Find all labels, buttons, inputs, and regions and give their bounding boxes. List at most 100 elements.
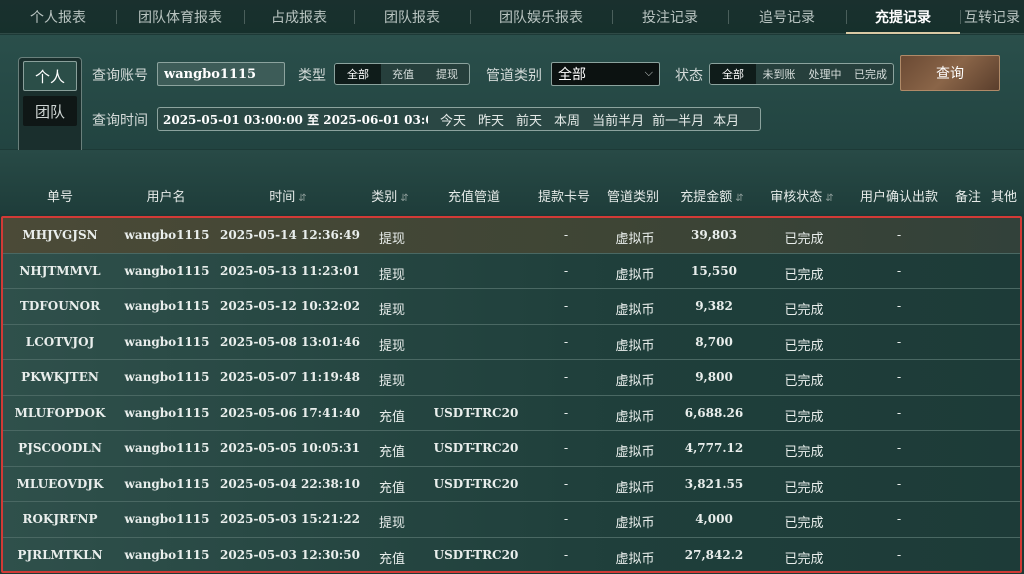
col-header-review-status[interactable]: 审核状态 ⇵ xyxy=(770,186,833,205)
cell-channel-type: 虚拟币 xyxy=(615,338,655,354)
col-header-deposit-channel: 充值管道 xyxy=(447,190,501,205)
channel-type-value: 全部 xyxy=(558,67,586,83)
status-segment: 全部 未到账 处理中 已完成 xyxy=(709,63,894,85)
col-header-channel-type: 管道类别 xyxy=(606,190,660,205)
cell-time: 2025-05-05 10:05:31 xyxy=(220,441,360,455)
status-option-processing[interactable]: 处理中 xyxy=(802,64,848,84)
cell-withdraw-card: - xyxy=(563,405,569,420)
cell-channel-type: 虚拟币 xyxy=(615,516,655,531)
col-header-amount[interactable]: 充提金额 ⇵ xyxy=(680,186,743,205)
quick-range-yesterday[interactable]: 昨天 xyxy=(478,110,504,129)
cell-time: 2025-05-08 13:01:46 xyxy=(220,334,360,349)
channel-type-select[interactable]: 全部 ⌵ xyxy=(551,62,660,86)
time-label: 查询时间 xyxy=(92,113,148,129)
cell-user-confirm: - xyxy=(896,441,902,455)
table-row[interactable]: MHJVGJSN wangbo1115 2025-05-14 12:36:49 提现 -… xyxy=(3,218,1020,254)
quick-range-previous-half-month[interactable]: 前一半月 xyxy=(652,110,704,129)
table-row[interactable]: NHJTMMVL wangbo1115 2025-05-13 11:23:01 提现 -… xyxy=(3,253,1020,289)
tab-share-report[interactable]: 占成报表 xyxy=(244,0,354,34)
cell-user-confirm: - xyxy=(896,334,902,349)
cell-username: wangbo1115 xyxy=(124,512,210,526)
quick-range-current-half-month[interactable]: 当前半月 xyxy=(592,110,644,129)
status-option-pending[interactable]: 未到账 xyxy=(756,64,802,84)
cell-username: wangbo1115 xyxy=(124,405,210,420)
cell-time: 2025-05-13 11:23:01 xyxy=(220,263,360,278)
cell-type: 提现 xyxy=(378,267,406,283)
cell-channel-type: 虚拟币 xyxy=(615,232,655,247)
sort-updown-icon[interactable]: ⇵ xyxy=(735,193,743,204)
table-row[interactable]: MLUFOPDOK wangbo1115 2025-05-06 17:41:40 充值… xyxy=(3,395,1020,431)
tab-team-entertainment-report[interactable]: 团队娱乐报表 xyxy=(470,0,612,34)
tab-chase-records[interactable]: 追号记录 xyxy=(728,0,846,34)
cell-withdraw-card: - xyxy=(563,299,569,313)
col-header-user-confirm: 用户确认出款 xyxy=(859,190,939,205)
cell-withdraw-card: - xyxy=(563,334,569,349)
table-row[interactable]: LCOTVJOJ wangbo1115 2025-05-08 13:01:46 提现 -… xyxy=(3,324,1020,360)
cell-amount: 27,842.2 xyxy=(684,547,744,562)
cell-amount: 3,821.55 xyxy=(684,476,744,491)
col-header-remark: 备注 xyxy=(954,190,982,205)
cell-withdraw-card: - xyxy=(563,228,569,242)
cell-review-status: 已完成 xyxy=(784,338,824,354)
query-button[interactable]: 查询 xyxy=(900,55,1000,91)
type-option-withdraw[interactable]: 提现 xyxy=(425,64,469,84)
cell-deposit-channel: USDT-TRC20 xyxy=(433,547,519,562)
cell-order-id: LCOTVJOJ xyxy=(25,334,95,349)
table-row[interactable]: PJSCOODLN wangbo1115 2025-05-05 10:05:31 充值… xyxy=(3,431,1020,467)
col-header-type[interactable]: 类别 ⇵ xyxy=(371,186,408,205)
cell-channel-type: 虚拟币 xyxy=(615,267,655,283)
cell-time: 2025-05-14 12:36:49 xyxy=(220,228,360,242)
chevron-down-icon: ⌵ xyxy=(644,66,653,79)
cell-order-id: PJRLMTKLN xyxy=(17,547,103,562)
sort-updown-icon[interactable]: ⇵ xyxy=(298,193,306,204)
cell-username: wangbo1115 xyxy=(124,263,210,278)
tab-deposit-withdraw-records[interactable]: 充提记录 xyxy=(846,0,960,34)
cell-type: 提现 xyxy=(378,303,406,318)
table-row[interactable]: ROKJRFNP wangbo1115 2025-05-03 15:21:22 提现 -… xyxy=(3,502,1020,538)
cell-time: 2025-05-07 11:19:48 xyxy=(220,370,360,384)
cell-type: 提现 xyxy=(378,338,406,354)
cell-channel-type: 虚拟币 xyxy=(615,303,655,318)
cell-type: 充值 xyxy=(378,409,406,425)
account-input[interactable] xyxy=(157,62,285,86)
sort-updown-icon[interactable]: ⇵ xyxy=(825,193,833,204)
cell-review-status: 已完成 xyxy=(784,303,824,318)
quick-range-today[interactable]: 今天 xyxy=(440,110,466,129)
col-header-other: 其他 xyxy=(990,190,1018,205)
table-row[interactable]: PJRLMTKLN wangbo1115 2025-05-03 12:30:50 充值… xyxy=(3,537,1020,571)
cell-channel-type: 虚拟币 xyxy=(615,551,655,567)
personal-toggle-button[interactable]: 个人 xyxy=(23,61,77,91)
quick-range-this-month[interactable]: 本月 xyxy=(713,110,739,129)
col-header-username: 用户名 xyxy=(146,190,186,205)
table-row[interactable]: TDFOUNOR wangbo1115 2025-05-12 10:32:02 提现 -… xyxy=(3,289,1020,325)
status-option-completed[interactable]: 已完成 xyxy=(848,64,893,84)
cell-user-confirm: - xyxy=(896,299,902,313)
tab-team-report[interactable]: 团队报表 xyxy=(354,0,470,34)
quick-range-this-week[interactable]: 本周 xyxy=(554,110,580,129)
cell-user-confirm: - xyxy=(896,263,902,278)
cell-type: 充值 xyxy=(378,551,406,567)
cell-user-confirm: - xyxy=(896,547,902,562)
table-row[interactable]: PKWKJTEN wangbo1115 2025-05-07 11:19:48 提现 -… xyxy=(3,360,1020,396)
type-option-deposit[interactable]: 充值 xyxy=(381,64,425,84)
tab-team-sports-report[interactable]: 团队体育报表 xyxy=(116,0,244,34)
date-range-input[interactable]: 2025-05-01 03:00:00 至 2025-06-01 03:00: xyxy=(158,111,428,128)
cell-review-status: 已完成 xyxy=(784,445,824,460)
tab-transfer-records[interactable]: 互转记录 xyxy=(960,0,1024,34)
cell-user-confirm: - xyxy=(896,228,902,242)
status-label: 状态 xyxy=(675,68,703,84)
cell-amount: 15,550 xyxy=(691,263,737,278)
tab-personal-report[interactable]: 个人报表 xyxy=(0,0,116,34)
col-header-time[interactable]: 时间 ⇵ xyxy=(269,186,306,205)
type-option-all[interactable]: 全部 xyxy=(335,64,381,84)
tab-bet-records[interactable]: 投注记录 xyxy=(612,0,728,34)
team-toggle-button[interactable]: 团队 xyxy=(23,96,77,126)
quick-range-day-before[interactable]: 前天 xyxy=(516,110,542,129)
cell-review-status: 已完成 xyxy=(784,551,824,567)
table-row[interactable]: MLUEOVDJK wangbo1115 2025-05-04 22:38:10 充值… xyxy=(3,466,1020,502)
status-option-all[interactable]: 全部 xyxy=(710,64,756,84)
cell-amount: 8,700 xyxy=(695,334,733,349)
sort-updown-icon[interactable]: ⇵ xyxy=(400,193,408,204)
top-nav: 个人报表 团队体育报表 占成报表 团队报表 团队娱乐报表 投注记录 追号记录 充提记录 互转记录 xyxy=(0,0,1024,34)
cell-amount: 4,777.12 xyxy=(684,441,744,455)
